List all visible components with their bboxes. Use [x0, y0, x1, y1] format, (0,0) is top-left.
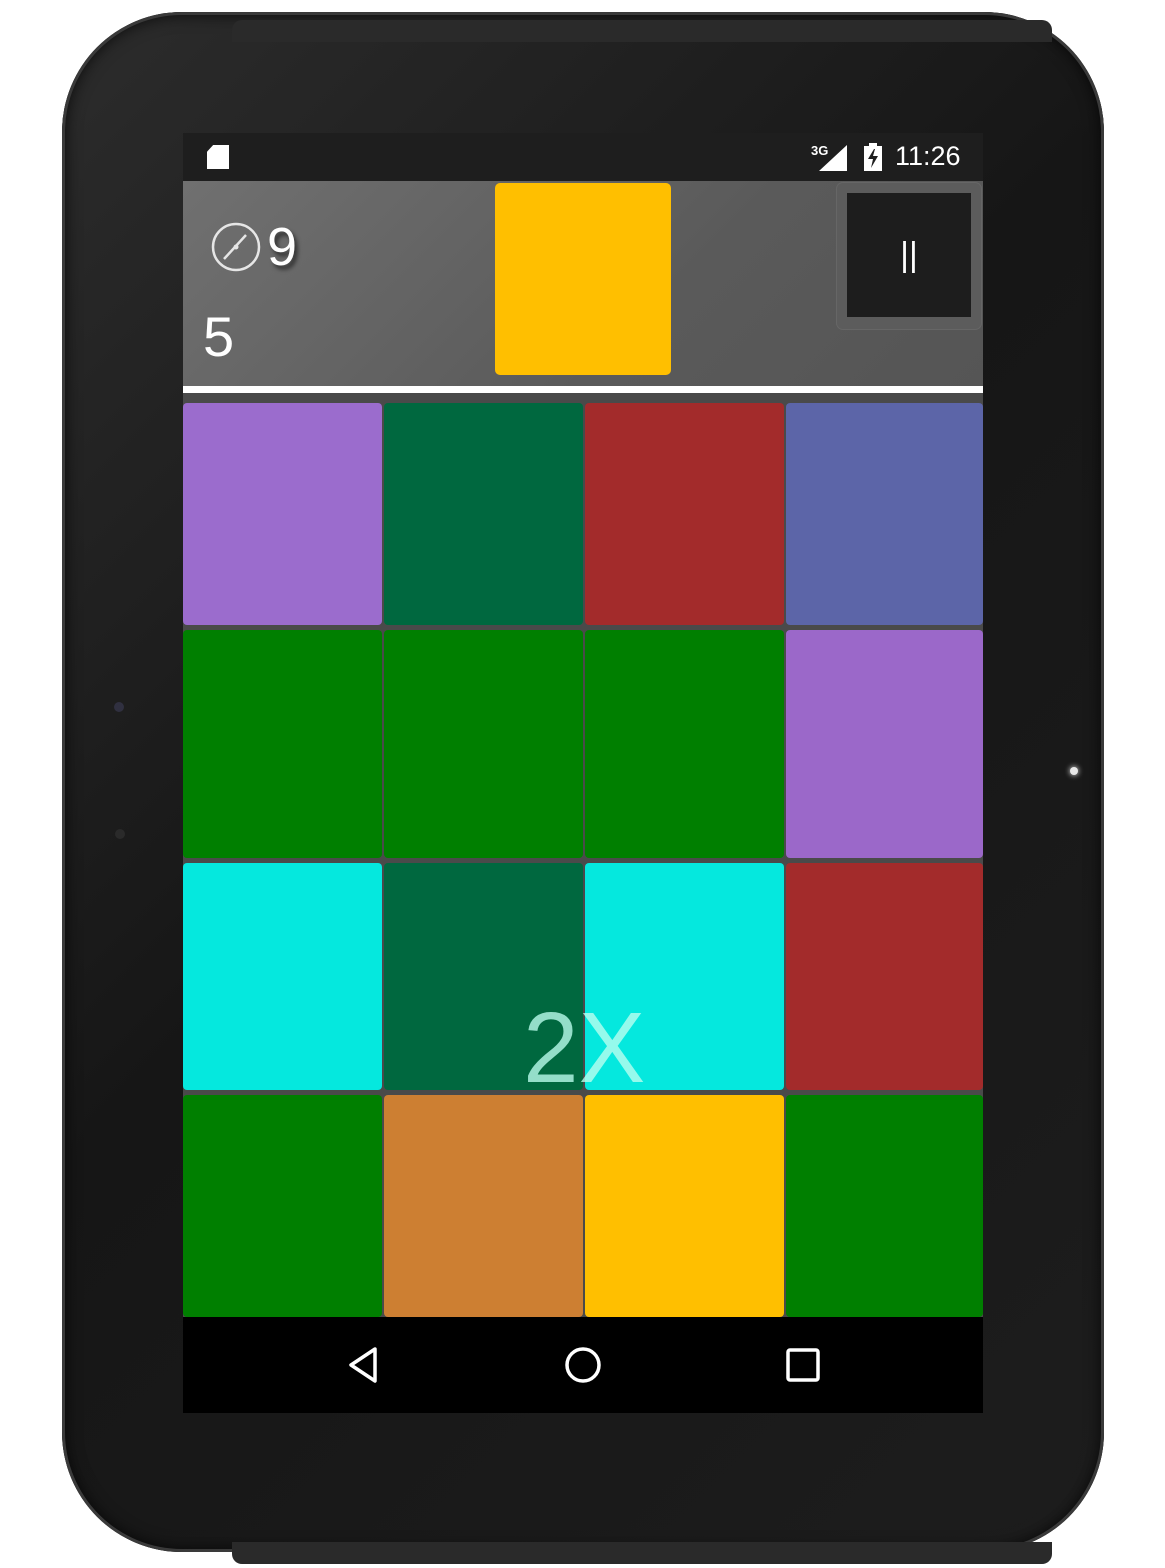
sd-card-icon — [207, 145, 229, 169]
cell-signal-icon: 3G — [811, 143, 851, 171]
color-tile-r2-c4[interactable] — [786, 630, 983, 858]
home-button[interactable] — [559, 1341, 607, 1389]
recents-button[interactable] — [779, 1341, 827, 1389]
color-tile-r4-c3[interactable] — [585, 1095, 784, 1317]
color-tile-r1-c2[interactable] — [384, 403, 583, 625]
color-tile-r1-c3[interactable] — [585, 403, 784, 625]
tablet-bottom-edge — [232, 1542, 1052, 1564]
color-tile-r4-c4[interactable] — [786, 1095, 983, 1317]
notification-led — [1070, 767, 1078, 775]
recents-square-icon — [786, 1348, 820, 1382]
status-clock: 11:26 — [895, 141, 961, 171]
pause-button-frame: || — [837, 183, 981, 329]
navigation-bar — [183, 1317, 983, 1413]
home-circle-icon — [565, 1347, 601, 1383]
back-button[interactable] — [339, 1341, 387, 1389]
target-color-tile — [495, 183, 671, 375]
status-bar: 3G 11:26 — [183, 133, 983, 181]
score-value: 5 — [203, 305, 235, 368]
front-camera — [114, 702, 124, 712]
timer-value: 9 — [267, 217, 298, 277]
battery-charging-icon — [863, 143, 883, 171]
tablet-top-edge — [232, 20, 1052, 42]
color-tile-r2-c1[interactable] — [183, 630, 382, 858]
timer-icon — [210, 221, 262, 273]
color-tile-r2-c2[interactable] — [384, 630, 583, 858]
color-tile-r1-c4[interactable] — [786, 403, 983, 625]
color-tile-r3-c3[interactable] — [585, 863, 784, 1090]
light-sensor — [115, 829, 125, 839]
color-tile-r4-c2[interactable] — [384, 1095, 583, 1317]
game-header: 9 5 || — [183, 181, 983, 386]
color-tile-r4-c1[interactable] — [183, 1095, 382, 1317]
back-triangle-icon — [349, 1347, 377, 1383]
color-tile-grid — [183, 403, 983, 1317]
color-tile-r3-c4[interactable] — [786, 863, 983, 1090]
device-screen: 3G 11:26 9 5 || 2X — [183, 133, 983, 1413]
color-tile-r3-c1[interactable] — [183, 863, 382, 1090]
color-tile-r2-c3[interactable] — [585, 630, 784, 858]
pause-button[interactable]: || — [847, 193, 971, 317]
header-divider — [183, 386, 983, 393]
color-tile-r1-c1[interactable] — [183, 403, 382, 625]
color-tile-r3-c2[interactable] — [384, 863, 583, 1090]
